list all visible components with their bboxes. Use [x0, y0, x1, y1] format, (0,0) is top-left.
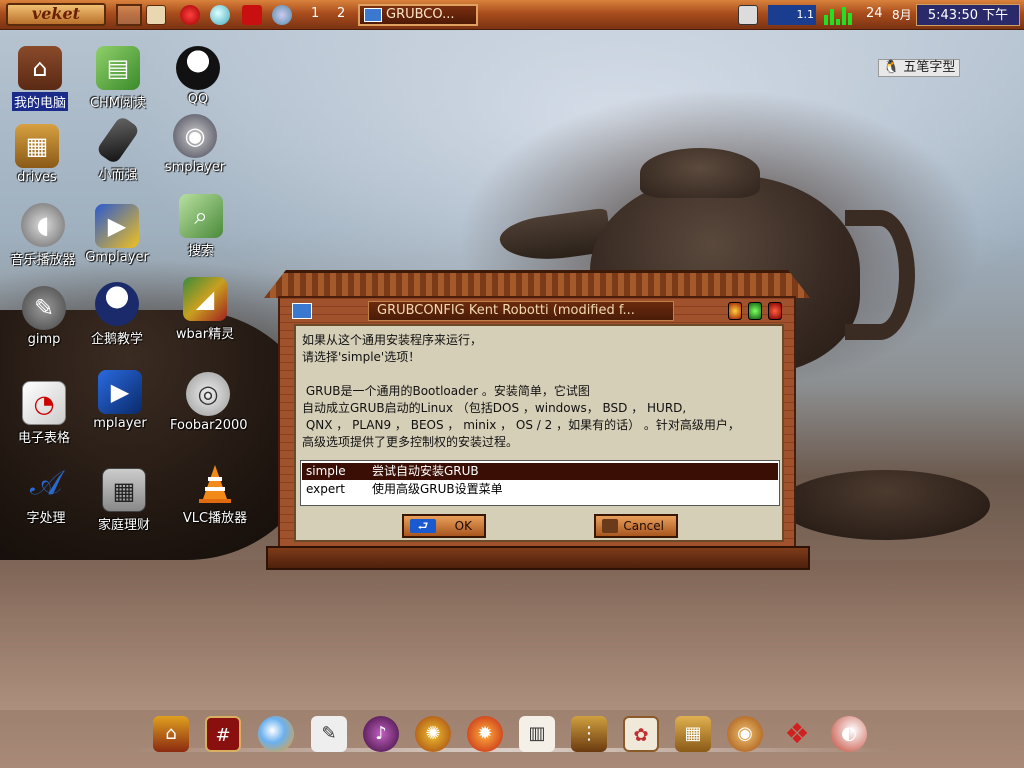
- desktop-icon-chm[interactable]: ▤ CHM阅读: [78, 46, 158, 111]
- dialog-message: 如果从这个通用安装程序来运行， 请选择'simple'选项！ GRUB是一个通用…: [302, 333, 740, 449]
- ok-button[interactable]: ⮐ OK: [402, 514, 486, 538]
- fire-icon[interactable]: ✹: [467, 716, 503, 752]
- palace-icon[interactable]: ⌂: [153, 716, 189, 752]
- speaker-icon: ◖: [21, 203, 65, 247]
- knot-icon[interactable]: ❖: [779, 716, 815, 752]
- abacus-icon[interactable]: ⋮: [571, 716, 607, 752]
- top-taskbar: veket 1 2 GRUBCO... 1.1 24 8月 5:43:50 下午: [0, 0, 1024, 30]
- desktop-icon-qq[interactable]: QQ: [158, 46, 238, 107]
- dialog-roof-decoration: [264, 270, 810, 298]
- clock[interactable]: 5:43:50 下午: [916, 4, 1020, 26]
- media-player-icon[interactable]: ♪: [363, 716, 399, 752]
- book-icon: ▤: [96, 46, 140, 90]
- date-label[interactable]: 8月: [892, 6, 912, 23]
- minimize-icon[interactable]: [728, 302, 742, 320]
- desktop-icon-writer[interactable]: 𝒜 字处理: [6, 461, 86, 526]
- terminal-icon[interactable]: #: [205, 716, 241, 752]
- show-desktop-button[interactable]: [116, 4, 142, 26]
- desktop-icon[interactable]: [146, 5, 166, 25]
- gimp-icon: ✎: [22, 286, 66, 330]
- flag-icon[interactable]: [242, 5, 262, 25]
- package-icon[interactable]: ▦: [675, 716, 711, 752]
- vlc-cone-icon: [193, 461, 237, 505]
- task-button-grubconfig[interactable]: GRUBCO...: [358, 4, 478, 26]
- maximize-icon[interactable]: [748, 302, 762, 320]
- desktop-icon-spreadsheet[interactable]: ◔ 电子表格: [4, 381, 84, 446]
- network-monitor[interactable]: [822, 5, 856, 25]
- dialog-base-decoration: [266, 546, 810, 570]
- wallpaper-teapot-handle: [845, 210, 915, 340]
- list-item-expert[interactable]: expert 使用高级GRUB设置菜单: [302, 481, 778, 498]
- wbar-icon: ◢: [183, 277, 227, 321]
- globe-icon[interactable]: [258, 716, 294, 752]
- list-item-simple[interactable]: simple 尝试自动安装GRUB: [302, 463, 778, 480]
- close-icon[interactable]: [768, 302, 782, 320]
- penguin-icon: [176, 46, 220, 90]
- exit-icon[interactable]: ◐: [831, 716, 867, 752]
- desktop-icon-usb[interactable]: 小而强: [78, 115, 158, 183]
- cpu-monitor[interactable]: 1.1: [768, 5, 816, 25]
- home-icon: ⌂: [18, 46, 62, 90]
- workspace-1[interactable]: 1: [311, 6, 319, 21]
- penguin-icon: 🐧: [883, 60, 900, 75]
- film-reel-icon: ◉: [173, 114, 217, 158]
- task-button-label: GRUBCO...: [386, 7, 455, 22]
- media-icon: ▶: [98, 370, 142, 414]
- search-icon[interactable]: [210, 5, 230, 25]
- desktop-icon-finance[interactable]: ▦ 家庭理财: [84, 468, 164, 533]
- desktop-icon-vlc[interactable]: VLC播放器: [175, 461, 255, 526]
- grubconfig-dialog: GRUBCONFIG Kent Robotti (modified f... 如…: [278, 296, 796, 548]
- desktop-icon-foobar[interactable]: ◎ Foobar2000: [168, 372, 248, 433]
- desktop-icon-smplayer[interactable]: ◉ smplayer: [155, 114, 235, 175]
- usb-icon: [95, 115, 141, 165]
- refresh-icon[interactable]: [272, 5, 292, 25]
- desktop-icon-wbar[interactable]: ◢ wbar精灵: [165, 277, 245, 342]
- wallpaper-saucer: [780, 470, 990, 540]
- desktop-icon-gmplayer[interactable]: ▶ Gmplayer: [77, 204, 157, 265]
- calculator-icon: ▦: [102, 468, 146, 512]
- desktop-icon-mplayer[interactable]: ▶ mplayer: [80, 370, 160, 431]
- clapper-icon: ▶: [95, 204, 139, 248]
- food-icon[interactable]: ◉: [727, 716, 763, 752]
- wallpaper-table: [0, 560, 1024, 710]
- window-icon: [364, 8, 382, 22]
- dock-shelf: [130, 748, 890, 752]
- desktop-icon-search[interactable]: ⌕ 搜索: [161, 194, 241, 259]
- workspace-2[interactable]: 2: [337, 6, 345, 21]
- launcher-icon[interactable]: [180, 5, 200, 25]
- tray-number: 24: [866, 6, 883, 21]
- install-mode-list[interactable]: simple 尝试自动安装GRUB expert 使用高级GRUB设置菜单: [300, 460, 780, 506]
- writer-icon: 𝒜: [29, 463, 63, 503]
- spreadsheet-icon: ◔: [22, 381, 66, 425]
- desktop-icon-my-computer[interactable]: ⌂ 我的电脑: [0, 46, 80, 111]
- enter-arrow-icon: ⮐: [410, 519, 436, 533]
- cpu-value: 1.1: [796, 8, 815, 21]
- desktop-icon-music[interactable]: ◖ 音乐播放器: [3, 203, 83, 268]
- headset-penguin-icon: [95, 282, 139, 326]
- calendar-icon[interactable]: ▥: [519, 716, 555, 752]
- dialog-titlebar[interactable]: GRUBCONFIG Kent Robotti (modified f...: [290, 300, 786, 322]
- settings-icon[interactable]: ✺: [415, 716, 451, 752]
- search-icon: ⌕: [179, 194, 223, 238]
- speakers-icon: ◎: [186, 372, 230, 416]
- desktop-icon-gimp[interactable]: ✎ gimp: [4, 286, 84, 347]
- drive-icon: ▦: [15, 124, 59, 168]
- keyboard-icon[interactable]: [738, 5, 758, 25]
- dialog-title: GRUBCONFIG Kent Robotti (modified f...: [368, 301, 674, 321]
- desktop-icon-drives[interactable]: ▦ drives: [0, 124, 77, 185]
- dialog-content: 如果从这个通用安装程序来运行， 请选择'simple'选项！ GRUB是一个通用…: [294, 324, 784, 542]
- cancel-button[interactable]: Cancel: [594, 514, 678, 538]
- window-icon: [292, 303, 312, 319]
- start-menu-button[interactable]: veket: [6, 3, 106, 26]
- wallpaper-teapot-lid: [640, 148, 760, 198]
- ime-label: 五笔字型: [903, 60, 956, 75]
- notes-icon[interactable]: ✎: [311, 716, 347, 752]
- picture-icon[interactable]: ✿: [623, 716, 659, 752]
- cancel-icon: [602, 519, 618, 533]
- input-method-indicator[interactable]: 🐧 五笔字型: [878, 59, 961, 77]
- desktop-icon-penguin-teach[interactable]: 企鹅教学: [77, 282, 157, 347]
